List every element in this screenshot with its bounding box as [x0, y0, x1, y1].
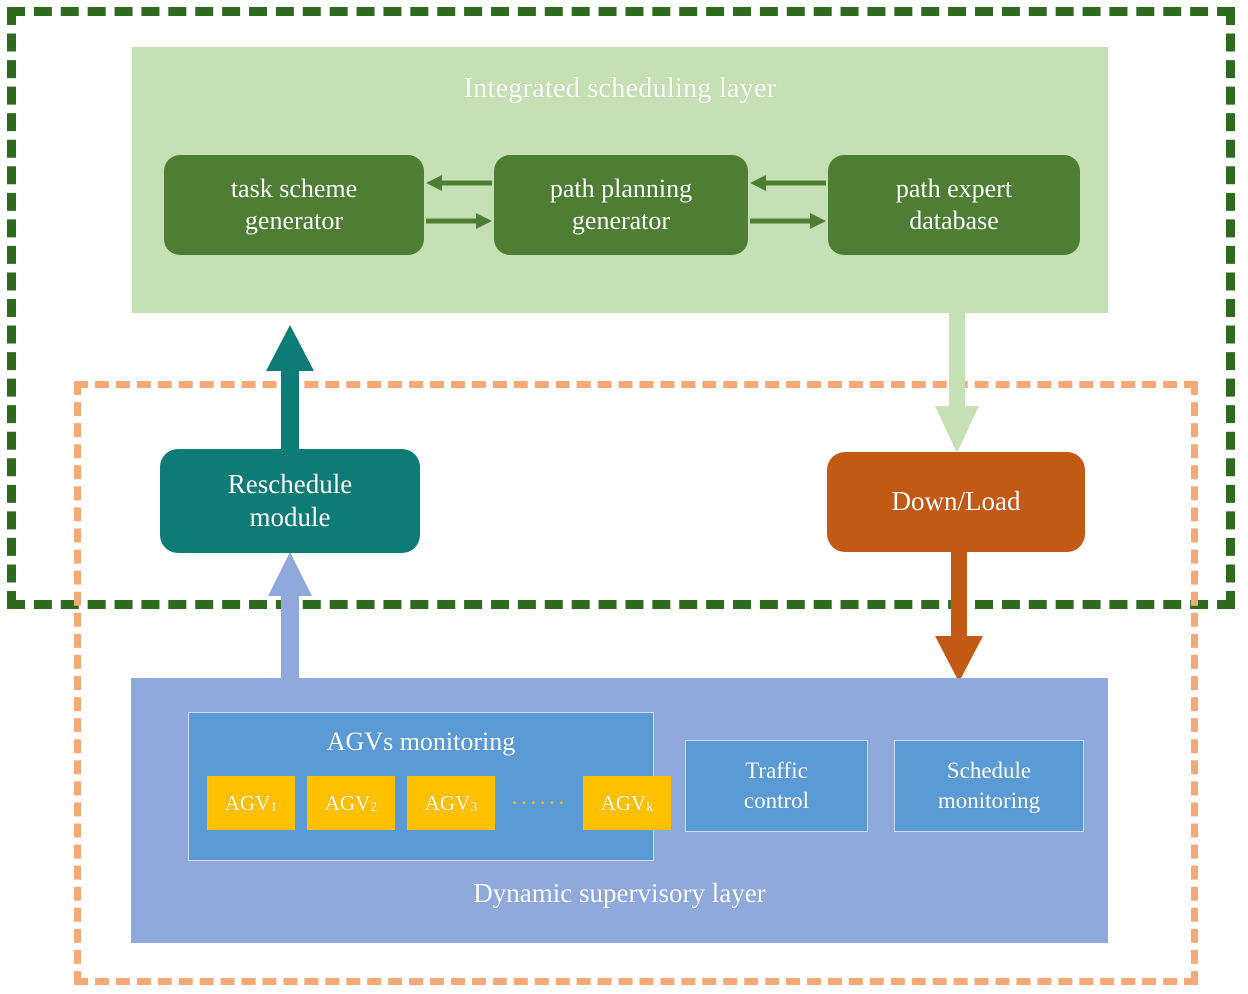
- agv-base-label: AGV: [600, 790, 647, 815]
- schedule-monitoring-box[interactable]: Schedule monitoring: [894, 740, 1084, 832]
- integrated-scheduling-panel: Integrated scheduling layer task scheme …: [132, 47, 1108, 313]
- agvs-monitoring-title: AGVs monitoring: [326, 727, 516, 756]
- download-module-label: Down/Load: [891, 486, 1021, 517]
- traffic-control-label: Traffic control: [744, 756, 809, 816]
- monitoring-to-reschedule-arrow: [268, 552, 312, 680]
- path-expert-database-box[interactable]: path expert database: [828, 155, 1080, 255]
- traffic-control-box[interactable]: Traffic control: [685, 740, 868, 832]
- task-path-connector: [424, 155, 494, 255]
- box-line-1: path expert: [895, 174, 1013, 204]
- box-line-2: database: [909, 206, 999, 235]
- agv-base-label: AGV: [424, 790, 471, 815]
- download-to-monitoring-arrow: [935, 550, 983, 682]
- schedule-monitoring-label: Schedule monitoring: [938, 756, 1040, 816]
- box-line-1: path planning: [549, 174, 693, 204]
- box-line-2: module: [249, 502, 331, 532]
- box-line-1: Reschedule: [227, 468, 353, 499]
- path-planning-generator-label: path planning generator: [550, 173, 692, 236]
- box-line-2: generator: [244, 206, 344, 235]
- scheduling-to-download-arrow: [935, 311, 979, 453]
- agv-chip[interactable]: AGV 2: [307, 776, 395, 830]
- reschedule-to-scheduling-arrow: [266, 325, 314, 453]
- agv-ellipsis-icon: ······: [511, 790, 567, 815]
- dynamic-supervisory-title: Dynamic supervisory layer: [473, 878, 766, 908]
- task-scheme-generator-box[interactable]: task scheme generator: [164, 155, 424, 255]
- box-line-1: task scheme: [230, 174, 358, 204]
- diagram-canvas: Integrated scheduling layer task scheme …: [0, 0, 1248, 994]
- down-arrow-icon: [935, 550, 983, 682]
- bidirectional-arrow-icon: [426, 175, 492, 229]
- up-arrow-icon: [268, 552, 312, 680]
- path-expert-connector: [748, 155, 828, 255]
- agv-chip[interactable]: AGV 3: [407, 776, 495, 830]
- box-line-1: Schedule: [946, 758, 1032, 784]
- task-scheme-generator-label: task scheme generator: [231, 173, 357, 236]
- reschedule-module-label: Reschedule module: [228, 468, 352, 535]
- bidirectional-arrow-icon: [750, 175, 826, 229]
- box-line-2: monitoring: [937, 788, 1041, 813]
- agv-chip[interactable]: AGV 1: [207, 776, 295, 830]
- download-module-box[interactable]: Down/Load: [827, 452, 1085, 552]
- agv-chip[interactable]: AGV k: [582, 776, 671, 830]
- agv-base-label: AGV: [224, 790, 271, 815]
- box-line-2: control: [743, 788, 810, 813]
- path-expert-database-label: path expert database: [896, 173, 1012, 236]
- agvs-monitoring-panel: AGVs monitoring AGV 1 AGV 2 AGV 3 ······ AG…: [188, 712, 671, 861]
- agv-chip-row: AGV 1 AGV 2 AGV 3 ······ AGV k: [207, 775, 671, 831]
- integrated-scheduling-title: Integrated scheduling layer: [463, 73, 777, 104]
- dynamic-supervisory-panel: AGVs monitoring AGV 1 AGV 2 AGV 3 ······ AG…: [131, 678, 1108, 943]
- down-arrow-icon: [935, 311, 979, 453]
- reschedule-module-box[interactable]: Reschedule module: [160, 449, 420, 553]
- box-line-1: Traffic: [745, 758, 808, 784]
- path-planning-generator-box[interactable]: path planning generator: [494, 155, 748, 255]
- agv-base-label: AGV: [324, 790, 371, 815]
- up-arrow-icon: [266, 325, 314, 453]
- box-line-2: generator: [571, 206, 671, 235]
